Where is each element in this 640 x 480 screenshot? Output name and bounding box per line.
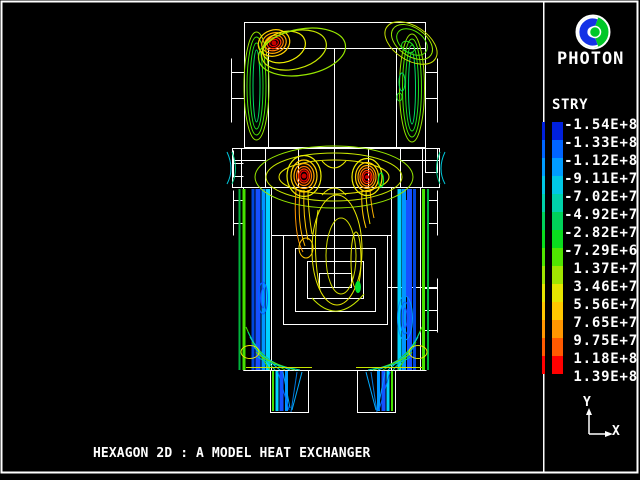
axis-y-label: Y — [583, 395, 591, 410]
legend-value-label: 3.46E+7 — [558, 279, 638, 295]
divider-level-tick — [542, 320, 545, 338]
legend-value-label: 1.37E+7 — [558, 261, 638, 277]
divider-level-tick — [542, 284, 545, 302]
plot-title: HEXAGON 2D : A MODEL HEAT EXCHANGER — [93, 446, 370, 461]
legend-value-label: -9.11E+7 — [558, 171, 638, 187]
legend-value-label: -7.02E+7 — [558, 189, 638, 205]
legend-value-label: 1.39E+8 — [558, 369, 638, 385]
divider-level-tick — [542, 140, 545, 158]
divider-level-tick — [542, 248, 545, 266]
divider-level-tick — [542, 158, 545, 176]
divider-level-tick — [542, 194, 545, 212]
photon-window: PHOTON STRY -1.54E+8 -1.33E+8 -1.12E+8 -9.1… — [0, 0, 640, 480]
app-name-label: PHOTON — [557, 49, 624, 69]
axis-orientation-icon — [586, 408, 613, 437]
divider-level-tick — [542, 122, 545, 140]
legend-title: STRY — [552, 97, 588, 113]
legend-value-label: -2.82E+7 — [558, 225, 638, 241]
divider-level-tick — [542, 212, 545, 230]
legend-value-label: -4.92E+7 — [558, 207, 638, 223]
legend-value-label: -1.33E+8 — [558, 135, 638, 151]
axis-x-label: X — [612, 424, 620, 439]
legend-value-label: -7.29E+6 — [558, 243, 638, 259]
hot-spot-contours — [255, 22, 384, 197]
legend-value-label: -1.12E+8 — [558, 153, 638, 169]
divider-level-tick — [542, 302, 545, 320]
legend-value-label: 7.65E+7 — [558, 315, 638, 331]
legend-value-label: -1.54E+8 — [558, 117, 638, 133]
photon-logo-icon — [571, 10, 615, 54]
divider-level-tick — [542, 338, 545, 356]
legend-value-label: 9.75E+7 — [558, 333, 638, 349]
divider-level-tick — [542, 176, 545, 194]
legend-value-label: 1.18E+8 — [558, 351, 638, 367]
divider-level-tick — [542, 230, 545, 248]
legend-value-label: 5.56E+7 — [558, 297, 638, 313]
divider-level-tick — [542, 266, 545, 284]
divider-level-tick — [542, 356, 545, 374]
